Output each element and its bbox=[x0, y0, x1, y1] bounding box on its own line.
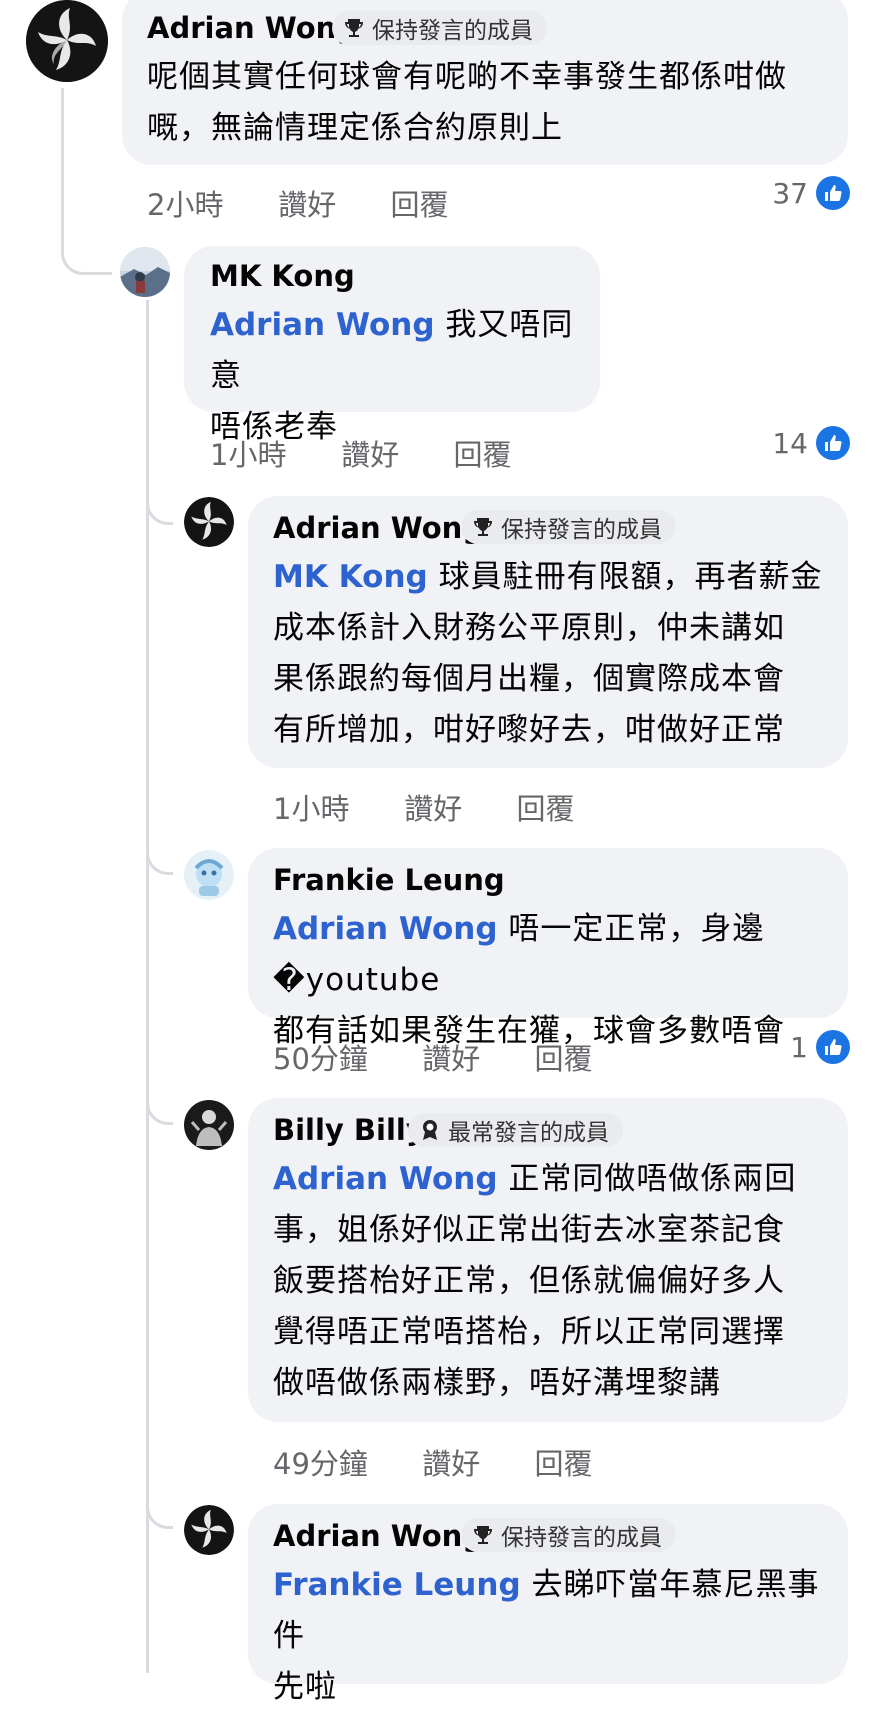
person-avatar-icon bbox=[184, 1100, 234, 1150]
comment-text: Adrian Wong 唔一定正常，身邊�youtube 都有話如果發生在獾，球… bbox=[273, 904, 843, 1057]
avatar[interactable] bbox=[120, 247, 170, 297]
comment-line: Adrian Wong 正常同做唔做係兩回 bbox=[273, 1154, 843, 1205]
author-name[interactable]: Frankie Leung bbox=[273, 862, 505, 898]
comment-text: Adrian Wong 正常同做唔做係兩回 事，姐係好似正常出街去冰室茶記食 飯… bbox=[273, 1154, 843, 1409]
reply-button[interactable]: 回覆 bbox=[453, 432, 511, 474]
like-button[interactable]: 讚好 bbox=[422, 1036, 525, 1078]
reaction-count[interactable]: 1 bbox=[790, 1030, 850, 1064]
comment-line-text: 正常同做唔做係兩回 bbox=[508, 1161, 797, 1197]
comment-line: 做唔做係兩樣野，唔好溝埋黎講 bbox=[273, 1365, 721, 1401]
timestamp[interactable]: 1小時 bbox=[210, 432, 332, 474]
comment-text: 呢個其實任何球會有呢啲不幸事發生都係咁做 嘅，無論情理定係合約原則上 bbox=[147, 52, 837, 154]
comment-line: 成本係計入財務公平原則，仲未講如 bbox=[273, 610, 785, 646]
reaction-count[interactable]: 37 bbox=[772, 176, 850, 210]
comment-text: MK Kong 球員駐冊有限額，再者薪金 成本係計入財務公平原則，仲未講如 果係… bbox=[273, 552, 843, 756]
bauhinia-avatar-icon bbox=[184, 1505, 234, 1555]
avatar[interactable] bbox=[184, 1505, 234, 1555]
comment-line: 先啦 bbox=[273, 1669, 337, 1705]
bauhinia-avatar-icon bbox=[184, 497, 234, 547]
comment-meta: 1小時 讚好 回覆 bbox=[273, 786, 574, 828]
mention-link[interactable]: MK Kong bbox=[273, 559, 428, 595]
reply-button[interactable]: 回覆 bbox=[534, 1441, 592, 1483]
thread-elbow bbox=[146, 1090, 173, 1125]
reaction-count[interactable]: 14 bbox=[772, 426, 850, 460]
like-count: 37 bbox=[772, 176, 808, 210]
comment-meta: 1小時 讚好 回覆 bbox=[210, 432, 511, 474]
badge-label: 保持發言的成員 bbox=[372, 18, 533, 44]
reply-button[interactable]: 回覆 bbox=[390, 182, 448, 224]
comment-meta: 49分鐘 讚好 回覆 bbox=[273, 1441, 592, 1483]
trophy-icon bbox=[342, 16, 366, 40]
like-count: 14 bbox=[772, 426, 808, 460]
avatar[interactable] bbox=[26, 0, 108, 82]
author-name[interactable]: Billy Billy bbox=[273, 1112, 425, 1148]
thread-elbow bbox=[146, 490, 173, 525]
timestamp[interactable]: 1小時 bbox=[273, 786, 395, 828]
comment-line: Adrian Wong 唔一定正常，身邊�youtube bbox=[273, 904, 843, 1006]
bauhinia-avatar-icon bbox=[26, 0, 108, 82]
thumbs-up-icon bbox=[816, 426, 850, 460]
status-badge: 保持發言的成員 bbox=[332, 11, 547, 45]
reply-button[interactable]: 回覆 bbox=[516, 786, 574, 828]
comment-line: MK Kong 球員駐冊有限額，再者薪金 bbox=[273, 552, 843, 603]
badge-label: 保持發言的成員 bbox=[501, 517, 662, 543]
author-name[interactable]: Adrian Wong bbox=[273, 510, 483, 546]
character-avatar-icon bbox=[184, 850, 234, 900]
comment-line: 飯要搭枱好正常，但係就偏偏好多人 bbox=[273, 1263, 785, 1299]
comment-line: 呢個其實任何球會有呢啲不幸事發生都係咁做 bbox=[147, 59, 787, 95]
landscape-avatar-icon bbox=[120, 247, 170, 297]
thread-elbow bbox=[146, 840, 173, 875]
timestamp[interactable]: 50分鐘 bbox=[273, 1036, 413, 1078]
avatar[interactable] bbox=[184, 850, 234, 900]
status-badge: 最常發言的成員 bbox=[408, 1113, 623, 1147]
comment-line: 嘅，無論情理定係合約原則上 bbox=[147, 110, 563, 146]
comment-line: 覺得唔正常唔搭枱，所以正常同選擇 bbox=[273, 1314, 785, 1350]
avatar[interactable] bbox=[184, 497, 234, 547]
top-contributor-icon bbox=[418, 1118, 442, 1142]
comment-text: Frankie Leung 去睇吓當年慕尼黑事件 先啦 bbox=[273, 1560, 843, 1713]
thread-elbow bbox=[61, 220, 112, 275]
comment-line: Frankie Leung 去睇吓當年慕尼黑事件 bbox=[273, 1560, 843, 1662]
mention-link[interactable]: Adrian Wong bbox=[210, 307, 435, 343]
status-badge: 保持發言的成員 bbox=[461, 1518, 676, 1552]
like-button[interactable]: 讚好 bbox=[341, 432, 444, 474]
mention-link[interactable]: Adrian Wong bbox=[273, 1161, 498, 1197]
trophy-icon bbox=[471, 1523, 495, 1547]
mention-link[interactable]: Adrian Wong bbox=[273, 911, 498, 947]
comment-line: 事，姐係好似正常出街去冰室茶記食 bbox=[273, 1212, 785, 1248]
trophy-icon bbox=[471, 515, 495, 539]
status-badge: 保持發言的成員 bbox=[461, 510, 676, 544]
comment-line: Adrian Wong 我又唔同意 bbox=[210, 300, 580, 402]
comment-line: 有所增加，咁好嚟好去，咁做好正常 bbox=[273, 712, 785, 748]
badge-label: 最常發言的成員 bbox=[448, 1120, 609, 1146]
mention-link[interactable]: Frankie Leung bbox=[273, 1567, 521, 1603]
comment-meta: 50分鐘 讚好 回覆 bbox=[273, 1036, 592, 1078]
author-name[interactable]: Adrian Wong bbox=[147, 10, 357, 46]
thumbs-up-icon bbox=[816, 1030, 850, 1064]
comment-text: Adrian Wong 我又唔同意 唔係老奉 bbox=[210, 300, 580, 453]
timestamp[interactable]: 49分鐘 bbox=[273, 1441, 413, 1483]
author-name[interactable]: Adrian Wong bbox=[273, 1518, 483, 1554]
like-button[interactable]: 讚好 bbox=[404, 786, 507, 828]
timestamp[interactable]: 2小時 bbox=[147, 182, 269, 224]
comment-meta: 2小時 讚好 回覆 bbox=[147, 182, 448, 224]
badge-label: 保持發言的成員 bbox=[501, 1525, 662, 1551]
like-count: 1 bbox=[790, 1030, 808, 1064]
author-name[interactable]: MK Kong bbox=[210, 258, 355, 294]
comment-line: 果係跟約每個月出糧，個實際成本會 bbox=[273, 661, 785, 697]
thread-elbow bbox=[146, 1494, 173, 1529]
like-button[interactable]: 讚好 bbox=[278, 182, 381, 224]
thumbs-up-icon bbox=[816, 176, 850, 210]
comment-line-text: 球員駐冊有限額，再者薪金 bbox=[438, 559, 823, 595]
reply-button[interactable]: 回覆 bbox=[534, 1036, 592, 1078]
avatar[interactable] bbox=[184, 1100, 234, 1150]
like-button[interactable]: 讚好 bbox=[422, 1441, 525, 1483]
